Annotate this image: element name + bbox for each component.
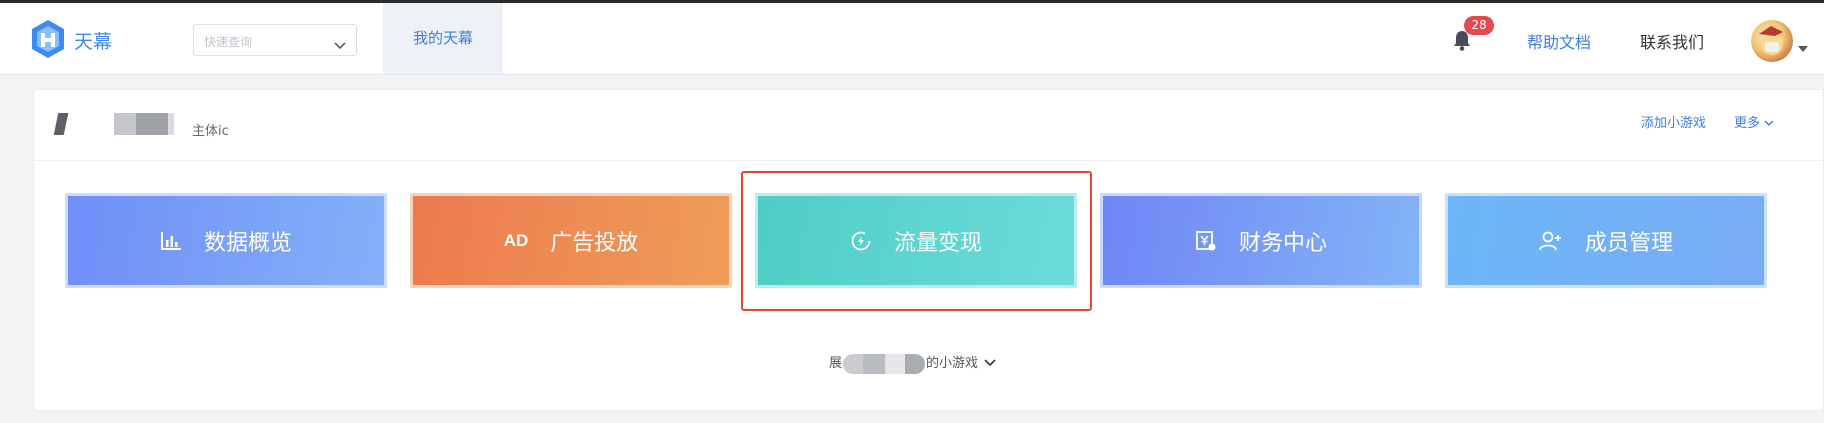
tile-ad-delivery[interactable]: AD 广告投放 <box>410 193 732 288</box>
more-dropdown[interactable]: 更多 <box>1734 112 1774 131</box>
redacted-text <box>843 353 926 374</box>
chevron-down-icon <box>984 356 996 371</box>
add-member-icon <box>1539 230 1563 252</box>
expand-prefix: 展 <box>829 356 843 371</box>
tile-label: 广告投放 <box>550 230 639 256</box>
tile-label: 数据概览 <box>203 230 292 256</box>
tile-data-overview[interactable]: 数据概览 <box>65 193 387 288</box>
tile-finance-center[interactable]: 财务中心 <box>1100 193 1422 288</box>
tile-label: 成员管理 <box>1584 230 1673 256</box>
tianmu-logo-icon[interactable] <box>30 19 66 59</box>
more-label: 更多 <box>1734 116 1761 131</box>
card-header: 主体ic 添加小游戏 更多 <box>34 90 1824 161</box>
caret-down-icon[interactable] <box>1798 37 1808 56</box>
finance-icon <box>1195 230 1217 252</box>
mini-game-card: 主体ic 添加小游戏 更多 数据概览 AD 广告投放 流量变现 财务中心 成员管… <box>33 89 1824 411</box>
tile-label: 财务中心 <box>1238 230 1327 256</box>
quick-query-placeholder: 快速查询 <box>204 35 253 49</box>
expand-suffix: 的小游戏 <box>926 356 979 371</box>
user-avatar[interactable] <box>1751 20 1793 62</box>
ad-icon: AD <box>503 230 529 250</box>
bar-chart-icon <box>160 231 182 251</box>
chevron-down-icon <box>1764 116 1774 131</box>
chevron-down-icon <box>334 35 346 54</box>
highlight-box <box>741 171 1092 311</box>
redacted-app-name <box>56 113 174 135</box>
add-mini-game-link[interactable]: 添加小游戏 <box>1641 112 1706 131</box>
notification-count-badge: 28 <box>1464 16 1494 35</box>
logo-text[interactable]: 天幕 <box>74 27 112 54</box>
tile-member-management[interactable]: 成员管理 <box>1445 193 1767 288</box>
entity-label: 主体ic <box>192 124 229 139</box>
top-header: 天幕 快速查询 我的天幕 28 帮助文档 联系我们 <box>0 3 1824 75</box>
expand-mini-games-toggle[interactable]: 展 的小游戏 <box>829 352 996 374</box>
contact-us-link[interactable]: 联系我们 <box>1640 29 1704 53</box>
help-docs-link[interactable]: 帮助文档 <box>1527 29 1591 53</box>
quick-query-select[interactable]: 快速查询 <box>193 24 357 56</box>
tab-my-tianmu[interactable]: 我的天幕 <box>383 3 503 74</box>
